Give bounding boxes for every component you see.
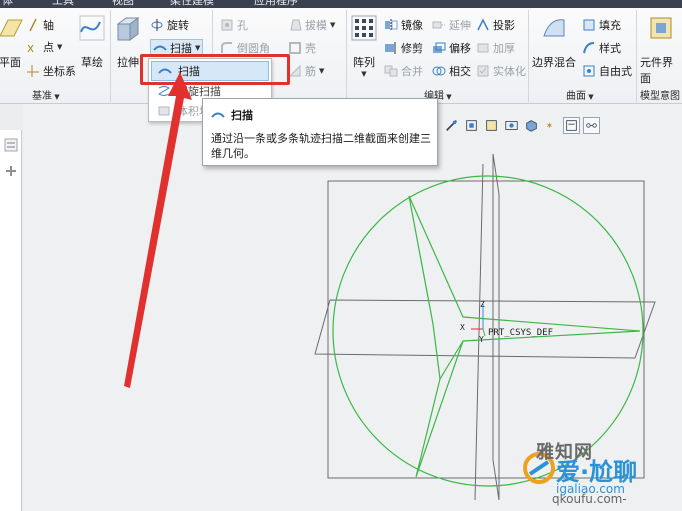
watermark: 雅知网 爱·尬聊 igaliao.com qkoufu.com- [520,436,680,508]
tooltip-title: 扫描 [231,109,253,122]
red-arrow-icon [124,72,192,388]
tooltip-description: 通过沿一条或多条轨迹扫描二维截面来创建三维几何。 [211,132,431,160]
annotation-arrow [124,72,192,388]
watermark-line4: qkoufu.com- [552,492,627,506]
sweep-icon [211,112,225,118]
sweep-tooltip: 扫描 通过沿一条或多条轨迹扫描二维截面来创建三维几何。 [202,98,438,166]
